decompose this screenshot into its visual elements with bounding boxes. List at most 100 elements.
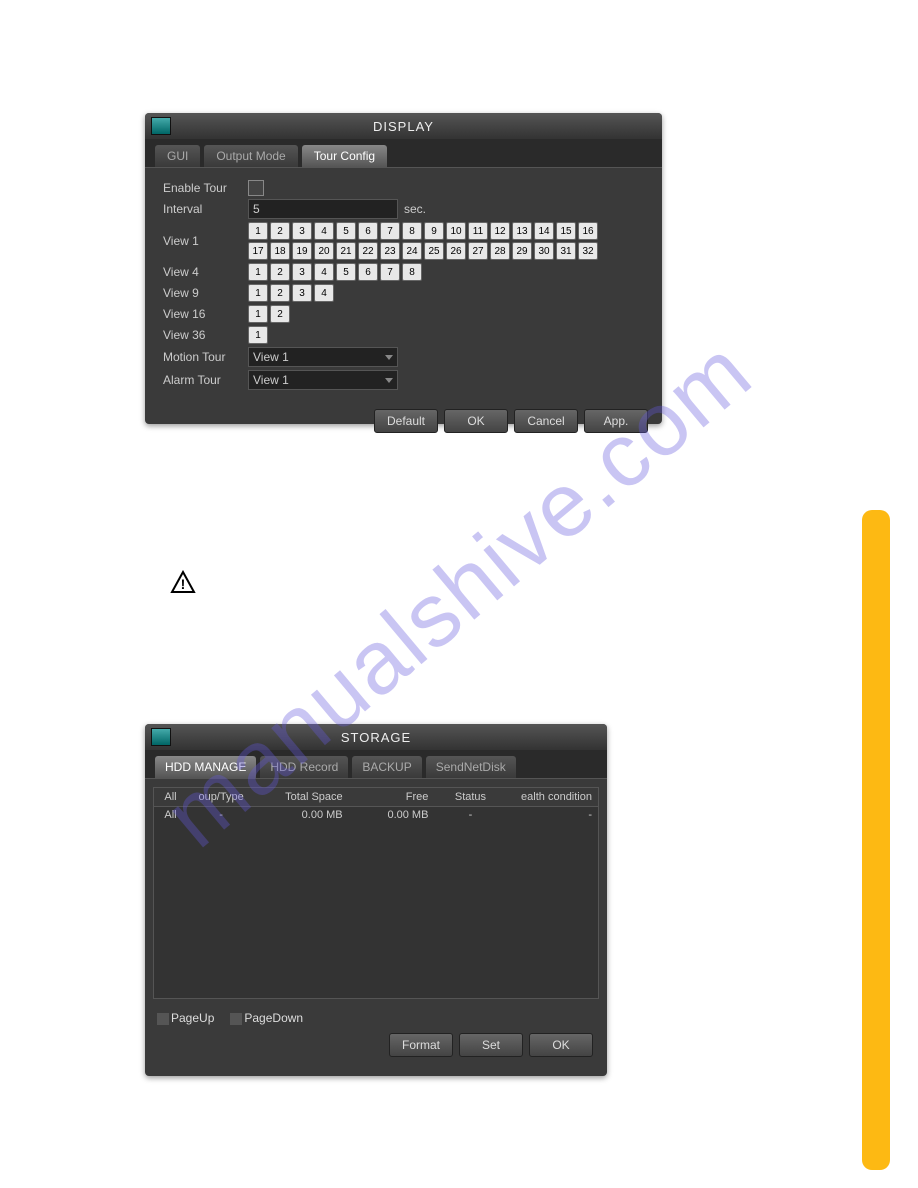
display-dialog: DISPLAY GUI Output Mode Tour Config Enab… [145,113,662,424]
view-channel-button[interactable]: 8 [402,263,422,281]
view-channel-button[interactable]: 7 [380,222,400,240]
view-channel-button[interactable]: 26 [446,242,466,260]
view-channel-button[interactable]: 11 [468,222,488,240]
view-channel-button[interactable]: 32 [578,242,598,260]
view-channel-button[interactable]: 4 [314,263,334,281]
pageup-icon [157,1013,169,1025]
view-channel-button[interactable]: 2 [270,284,290,302]
table-row[interactable]: All - 0.00 MB 0.00 MB - - [154,807,598,823]
view-channel-button[interactable]: 20 [314,242,334,260]
window-icon [151,117,171,135]
view-channel-button[interactable]: 2 [270,222,290,240]
window-icon [151,728,171,746]
format-button[interactable]: Format [389,1033,453,1057]
view-channel-button[interactable]: 6 [358,222,378,240]
sidebar-accent [862,510,890,1170]
display-buttons: Default OK Cancel App. [145,405,662,443]
view-channel-button[interactable]: 13 [512,222,532,240]
view-channel-button[interactable]: 6 [358,263,378,281]
view-channel-button[interactable]: 1 [248,222,268,240]
view9-buttons: 1234 [248,284,334,302]
view-channel-button[interactable]: 31 [556,242,576,260]
view-channel-button[interactable]: 3 [292,284,312,302]
th-total: Total Space [255,791,351,803]
view-channel-button[interactable]: 23 [380,242,400,260]
view-channel-button[interactable]: 2 [270,263,290,281]
view-channel-button[interactable]: 25 [424,242,444,260]
view-channel-button[interactable]: 4 [314,222,334,240]
pager: PageUp PageDown [145,1007,607,1029]
view-channel-button[interactable]: 9 [424,222,444,240]
motion-tour-select[interactable]: View 1 [248,347,398,367]
td-health: - [504,809,598,821]
view-channel-button[interactable]: 1 [248,263,268,281]
td-free: 0.00 MB [351,809,437,821]
view-channel-button[interactable]: 27 [468,242,488,260]
th-free: Free [351,791,437,803]
interval-unit: sec. [404,202,426,216]
enable-tour-checkbox[interactable] [248,180,264,196]
table-header: All oup/Type Total Space Free Status eal… [154,788,598,807]
view1-buttons: 1234567891011121314151617181920212223242… [248,222,618,260]
td-group: - [187,809,255,821]
view-channel-button[interactable]: 2 [270,305,290,323]
view-channel-button[interactable]: 30 [534,242,554,260]
tab-sendnetdisk[interactable]: SendNetDisk [426,756,516,778]
view4-label: View 4 [163,265,248,279]
view36-label: View 36 [163,328,248,342]
pagedown-button[interactable]: PageDown [230,1011,303,1025]
view-channel-button[interactable]: 5 [336,222,356,240]
view-channel-button[interactable]: 4 [314,284,334,302]
view-channel-button[interactable]: 7 [380,263,400,281]
view-channel-button[interactable]: 28 [490,242,510,260]
view-channel-button[interactable]: 5 [336,263,356,281]
tab-hdd-manage[interactable]: HDD MANAGE [155,756,256,778]
default-button[interactable]: Default [374,409,438,433]
storage-buttons: Format Set OK [145,1029,607,1067]
cancel-button[interactable]: Cancel [514,409,578,433]
pagedown-icon [230,1013,242,1025]
view-channel-button[interactable]: 1 [248,326,268,344]
tab-backup[interactable]: BACKUP [352,756,421,778]
tab-hdd-record[interactable]: HDD Record [260,756,348,778]
storage-dialog: STORAGE HDD MANAGE HDD Record BACKUP Sen… [145,724,607,1076]
view16-buttons: 12 [248,305,290,323]
view-channel-button[interactable]: 10 [446,222,466,240]
view-channel-button[interactable]: 16 [578,222,598,240]
display-tabs: GUI Output Mode Tour Config [145,139,662,168]
view-channel-button[interactable]: 12 [490,222,510,240]
view-channel-button[interactable]: 1 [248,305,268,323]
tab-gui[interactable]: GUI [155,145,200,167]
view-channel-button[interactable]: 15 [556,222,576,240]
storage-tabs: HDD MANAGE HDD Record BACKUP SendNetDisk [145,750,607,779]
view-channel-button[interactable]: 29 [512,242,532,260]
motion-tour-label: Motion Tour [163,350,248,364]
view-channel-button[interactable]: 22 [358,242,378,260]
view-channel-button[interactable]: 3 [292,263,312,281]
tab-tour[interactable]: Tour Config [302,145,387,167]
view-channel-button[interactable]: 14 [534,222,554,240]
th-status: Status [436,791,504,803]
view-channel-button[interactable]: 3 [292,222,312,240]
chevron-down-icon [385,378,393,383]
view-channel-button[interactable]: 21 [336,242,356,260]
view-channel-button[interactable]: 18 [270,242,290,260]
view-channel-button[interactable]: 8 [402,222,422,240]
view4-buttons: 12345678 [248,263,422,281]
ok-button[interactable]: OK [529,1033,593,1057]
view-channel-button[interactable]: 24 [402,242,422,260]
interval-input[interactable] [248,199,398,219]
interval-label: Interval [163,202,248,216]
tab-output[interactable]: Output Mode [204,145,297,167]
display-title: DISPLAY [373,119,434,134]
set-button[interactable]: Set [459,1033,523,1057]
app-button[interactable]: App. [584,409,648,433]
view-channel-button[interactable]: 19 [292,242,312,260]
view-channel-button[interactable]: 1 [248,284,268,302]
alarm-tour-select[interactable]: View 1 [248,370,398,390]
view-channel-button[interactable]: 17 [248,242,268,260]
ok-button[interactable]: OK [444,409,508,433]
display-titlebar: DISPLAY [145,113,662,139]
th-health: ealth condition [504,791,598,803]
pageup-button[interactable]: PageUp [157,1011,214,1025]
